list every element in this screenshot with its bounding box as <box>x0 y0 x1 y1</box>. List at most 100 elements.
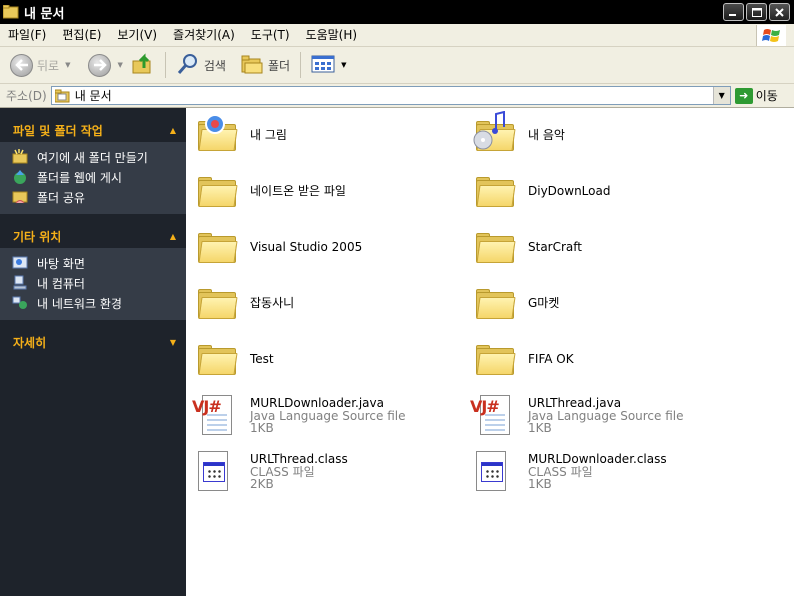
search-button[interactable]: 검색 <box>172 50 230 80</box>
menu-view[interactable]: 보기(V) <box>109 25 165 45</box>
collapse-icon[interactable]: ▲ <box>170 126 176 135</box>
folder-icon <box>192 167 240 215</box>
place-desktop[interactable]: 바탕 화면 <box>12 253 186 273</box>
share-folder-icon <box>12 189 28 205</box>
address-dropdown-button[interactable]: ▼ <box>712 87 730 104</box>
expand-icon[interactable]: ▼ <box>170 338 176 347</box>
task-publish-web[interactable]: 폴더를 웹에 게시 <box>12 167 186 187</box>
file-name: StarCraft <box>528 239 582 254</box>
views-button[interactable]: ▼ <box>307 50 350 80</box>
task-group-header[interactable]: 기타 위치 ▲ <box>0 224 186 248</box>
place-network[interactable]: 내 네트워크 환경 <box>12 293 186 313</box>
forward-arrow-icon <box>88 53 112 77</box>
java-file-icon: VJ# <box>470 391 518 439</box>
list-item[interactable]: VJ# MURLDownloader.java Java Language So… <box>192 391 406 439</box>
place-label: 내 네트워크 환경 <box>37 296 122 311</box>
forward-dropdown-icon[interactable]: ▼ <box>117 61 122 69</box>
go-button[interactable]: ➜ 이동 <box>734 87 778 104</box>
list-item[interactable]: MURLDownloader.class CLASS 파일 1KB <box>470 447 667 495</box>
folder-icon <box>470 335 518 383</box>
list-item[interactable]: Test <box>192 335 274 383</box>
maximize-button[interactable] <box>746 3 767 21</box>
list-item[interactable]: VJ# URLThread.java Java Language Source … <box>470 391 684 439</box>
views-dropdown-icon[interactable]: ▼ <box>341 61 346 69</box>
file-type: CLASS 파일 <box>528 464 593 479</box>
list-item[interactable]: URLThread.class CLASS 파일 2KB <box>192 447 348 495</box>
minimize-icon <box>729 13 736 16</box>
search-icon <box>176 52 200 79</box>
list-item[interactable]: 네이트온 받은 파일 <box>192 167 346 215</box>
task-share-folder[interactable]: 폴더 공유 <box>12 187 186 207</box>
collapse-icon[interactable]: ▲ <box>170 232 176 241</box>
list-item[interactable]: Visual Studio 2005 <box>192 223 362 271</box>
menu-file[interactable]: 파일(F) <box>0 25 54 45</box>
list-item[interactable]: FIFA OK <box>470 335 574 383</box>
task-group-header[interactable]: 파일 및 폴더 작업 ▲ <box>0 118 186 142</box>
list-item[interactable]: 내 음악 <box>470 111 565 159</box>
toolbar-separator <box>300 52 302 78</box>
class-file-icon <box>470 447 518 495</box>
file-list[interactable]: 내 그림 내 음악 네이트온 받은 파일 DiyDownLoad Visual … <box>186 108 794 596</box>
folder-icon <box>192 223 240 271</box>
task-pane: 파일 및 폴더 작업 ▲ 여기에 새 폴더 만들기 폴더를 웹에 게시 폴더 공… <box>0 108 186 596</box>
file-type: CLASS 파일 <box>250 464 315 479</box>
place-label: 내 컴퓨터 <box>37 276 85 291</box>
address-value: 내 문서 <box>74 89 112 103</box>
new-folder-icon <box>12 149 28 165</box>
task-group-body: 바탕 화면 내 컴퓨터 내 네트워크 환경 <box>0 248 186 320</box>
back-dropdown-icon[interactable]: ▼ <box>65 61 70 69</box>
network-icon <box>12 295 28 311</box>
up-folder-icon <box>131 52 155 79</box>
my-pictures-folder-icon <box>192 111 240 159</box>
menu-favorites[interactable]: 즐겨찾기(A) <box>165 25 243 45</box>
place-label: 바탕 화면 <box>37 256 85 271</box>
back-button[interactable]: 뒤로 ▼ <box>6 50 74 80</box>
globe-icon <box>12 169 28 185</box>
task-group-file-folder: 파일 및 폴더 작업 ▲ 여기에 새 폴더 만들기 폴더를 웹에 게시 폴더 공… <box>0 118 186 214</box>
toolbar: 뒤로 ▼ ▼ 검색 폴더 ▼ <box>0 47 794 84</box>
file-name: URLThread.class <box>250 451 348 466</box>
folders-label: 폴더 <box>267 58 291 73</box>
list-item[interactable]: StarCraft <box>470 223 582 271</box>
go-arrow-icon: ➜ <box>734 87 753 104</box>
toolbar-separator <box>164 52 166 78</box>
folders-button[interactable]: 폴더 <box>236 50 294 80</box>
menu-edit[interactable]: 편집(E) <box>54 25 109 45</box>
folders-icon <box>240 53 264 78</box>
back-label: 뒤로 <box>37 58 60 73</box>
menu-tools[interactable]: 도구(T) <box>243 25 298 45</box>
forward-button[interactable]: ▼ <box>84 50 126 80</box>
go-label: 이동 <box>755 89 778 103</box>
task-label: 폴더 공유 <box>37 190 85 205</box>
folder-icon <box>470 223 518 271</box>
file-size: 1KB <box>250 420 274 435</box>
close-button[interactable] <box>769 3 790 21</box>
minimize-button[interactable] <box>723 3 744 21</box>
close-icon <box>775 7 784 17</box>
folder-icon <box>2 4 19 19</box>
file-name: Visual Studio 2005 <box>250 239 363 254</box>
list-item[interactable]: 잡동사니 <box>192 279 294 327</box>
file-name: DiyDownLoad <box>528 183 611 198</box>
title-bar[interactable]: 내 문서 <box>0 0 794 24</box>
task-group-body: 여기에 새 폴더 만들기 폴더를 웹에 게시 폴더 공유 <box>0 142 186 214</box>
address-input[interactable]: 내 문서 ▼ <box>50 86 731 105</box>
task-group-header[interactable]: 자세히 ▼ <box>0 330 186 354</box>
file-name: 내 그림 <box>250 127 287 142</box>
list-item[interactable]: DiyDownLoad <box>470 167 610 215</box>
desktop-icon <box>12 255 28 271</box>
place-my-computer[interactable]: 내 컴퓨터 <box>12 273 186 293</box>
menu-help[interactable]: 도움말(H) <box>298 25 366 45</box>
java-file-icon: VJ# <box>192 391 240 439</box>
task-group-title: 파일 및 폴더 작업 <box>13 123 103 138</box>
up-folder-button[interactable] <box>127 50 159 80</box>
address-label: 주소(D) <box>6 89 47 103</box>
list-item[interactable]: G마켓 <box>470 279 559 327</box>
file-name: 잡동사니 <box>250 295 295 310</box>
file-name: URLThread.java <box>528 395 622 410</box>
address-bar: 주소(D) 내 문서 ▼ ➜ 이동 <box>0 84 794 108</box>
file-name: G마켓 <box>528 295 560 310</box>
task-group-details: 자세히 ▼ <box>0 330 186 354</box>
list-item[interactable]: 내 그림 <box>192 111 287 159</box>
task-new-folder[interactable]: 여기에 새 폴더 만들기 <box>12 147 186 167</box>
